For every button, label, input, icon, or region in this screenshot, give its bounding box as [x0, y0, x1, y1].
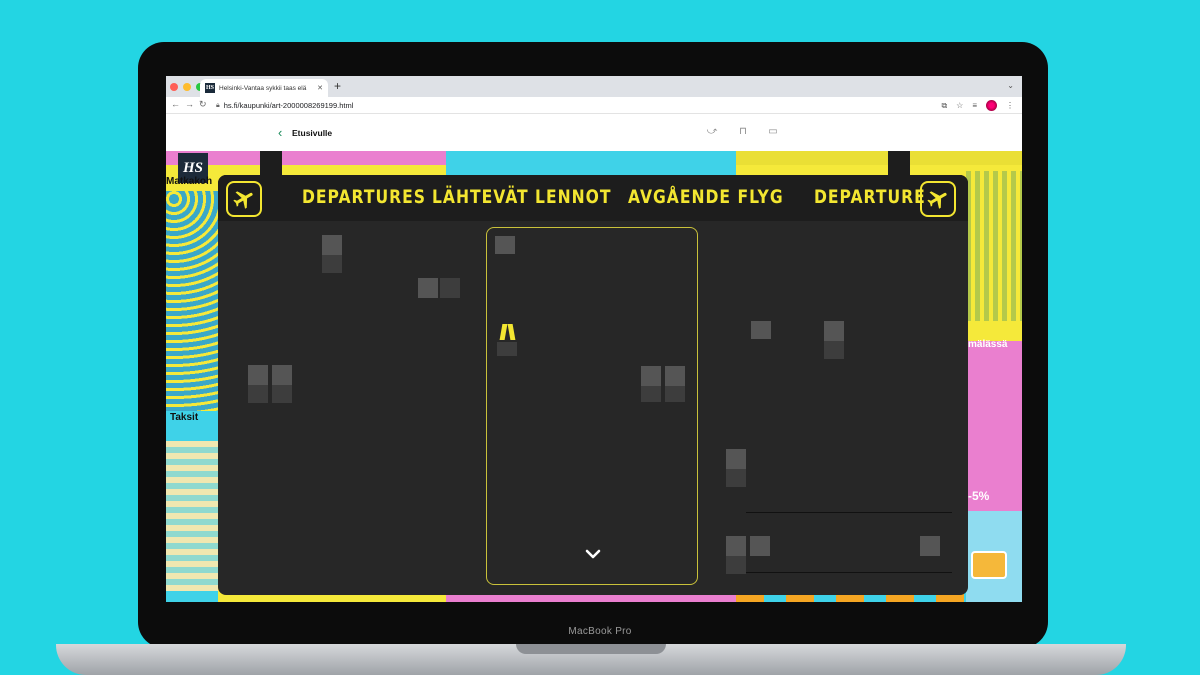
reload-icon[interactable]: ↻: [199, 99, 207, 110]
flap-tile: [824, 341, 844, 359]
close-window-button[interactable]: [170, 83, 178, 91]
flap-tile: [726, 469, 746, 487]
close-tab-icon[interactable]: ✕: [317, 84, 323, 92]
bookmark-star-icon[interactable]: ☆: [956, 101, 963, 110]
window-controls: [170, 83, 204, 91]
art-label-malassa: mälässä: [968, 339, 1008, 350]
flap-tile: [665, 386, 685, 402]
translate-icon[interactable]: ⧉: [941, 101, 947, 111]
flap-tile: [272, 385, 292, 403]
flap-tile: [726, 556, 746, 574]
chevron-down-icon[interactable]: [583, 544, 603, 564]
board-header: DEPARTURES LÄHTEVÄT LENNOT AVGÅENDE FLYG…: [218, 175, 968, 221]
flap-tile: [824, 321, 844, 341]
reading-list-icon[interactable]: ≡: [972, 101, 977, 110]
browser-window: HS Helsinki-Vantaa sykkii taas elä ✕ + ⌄…: [166, 76, 1022, 602]
flap-tile: [726, 449, 746, 469]
art-label-taksit: Taksit: [170, 412, 199, 423]
flap-char: [499, 324, 508, 340]
laptop-base: [56, 644, 1126, 675]
airplane-icon: [920, 181, 956, 217]
divider: [746, 572, 952, 573]
airplane-icon: [226, 181, 262, 217]
board-heading-sv: AVGÅENDE FLYG: [628, 186, 784, 208]
flap-tile: [440, 278, 460, 298]
flap-tile: [272, 365, 292, 385]
tab-bar: HS Helsinki-Vantaa sykkii taas elä ✕ + ⌄: [166, 76, 1022, 97]
flap-tile: [641, 366, 661, 386]
board-heading-en-repeat: DEPARTURE: [814, 186, 926, 208]
lock-icon: 🔒︎: [216, 101, 220, 109]
divider: [746, 512, 952, 513]
flap-tile: [495, 236, 515, 254]
browser-toolbar: ← → ↻ 🔒︎ hs.fi/kaupunki/art-200000826919…: [166, 97, 1022, 114]
flap-char: [507, 324, 516, 340]
flight-card: [486, 227, 698, 585]
flap-tile: [751, 321, 771, 339]
comment-icon[interactable]: ▭: [765, 126, 781, 140]
board-heading-en: DEPARTURES: [302, 186, 426, 208]
menu-icon[interactable]: ⋮: [1006, 101, 1014, 110]
tab-search-icon[interactable]: ⌄: [1007, 81, 1014, 90]
new-tab-button[interactable]: +: [334, 79, 341, 93]
flap-tile: [248, 385, 268, 403]
flap-tile: [248, 365, 268, 385]
favicon: HS: [205, 83, 215, 93]
back-icon[interactable]: ←: [171, 99, 180, 109]
departures-board: DEPARTURES LÄHTEVÄT LENNOT AVGÅENDE FLYG…: [218, 175, 968, 595]
art-label-matkakoh: Matkakoh: [166, 176, 213, 187]
browser-tab[interactable]: HS Helsinki-Vantaa sykkii taas elä ✕: [200, 79, 328, 97]
address-bar[interactable]: 🔒︎ hs.fi/kaupunki/art-2000008269199.html: [216, 99, 916, 112]
flap-tile: [665, 366, 685, 386]
flap-tile: [418, 278, 438, 298]
flap-tile: [497, 342, 517, 356]
share-icon[interactable]: ⤻: [704, 126, 720, 140]
site-header: ‹ Etusivulle ⤻ ⊓ ▭: [166, 115, 1022, 151]
url-text: hs.fi/kaupunki/art-2000008269199.html: [223, 101, 354, 110]
profile-avatar[interactable]: [986, 100, 997, 111]
bookmark-icon[interactable]: ⊓: [735, 126, 751, 140]
board-heading-fi: LÄHTEVÄT LENNOT: [432, 186, 612, 208]
flap-tile: [322, 235, 342, 255]
flap-tile: [641, 386, 661, 402]
flap-tile: [920, 536, 940, 556]
minimize-window-button[interactable]: [183, 83, 191, 91]
toolbar-icons: ⧉ ☆ ≡ ⋮: [941, 100, 1014, 111]
art-label-discount: -5%: [968, 489, 990, 503]
back-to-front-page-link[interactable]: Etusivulle: [292, 128, 332, 138]
flap-tile: [750, 536, 770, 556]
device-label: MacBook Pro: [568, 626, 632, 637]
chevron-left-icon[interactable]: ‹: [278, 125, 282, 140]
flap-tile: [726, 536, 746, 556]
flap-tile: [322, 255, 342, 273]
tab-title: Helsinki-Vantaa sykkii taas elä: [219, 84, 307, 92]
forward-icon[interactable]: →: [185, 99, 194, 109]
